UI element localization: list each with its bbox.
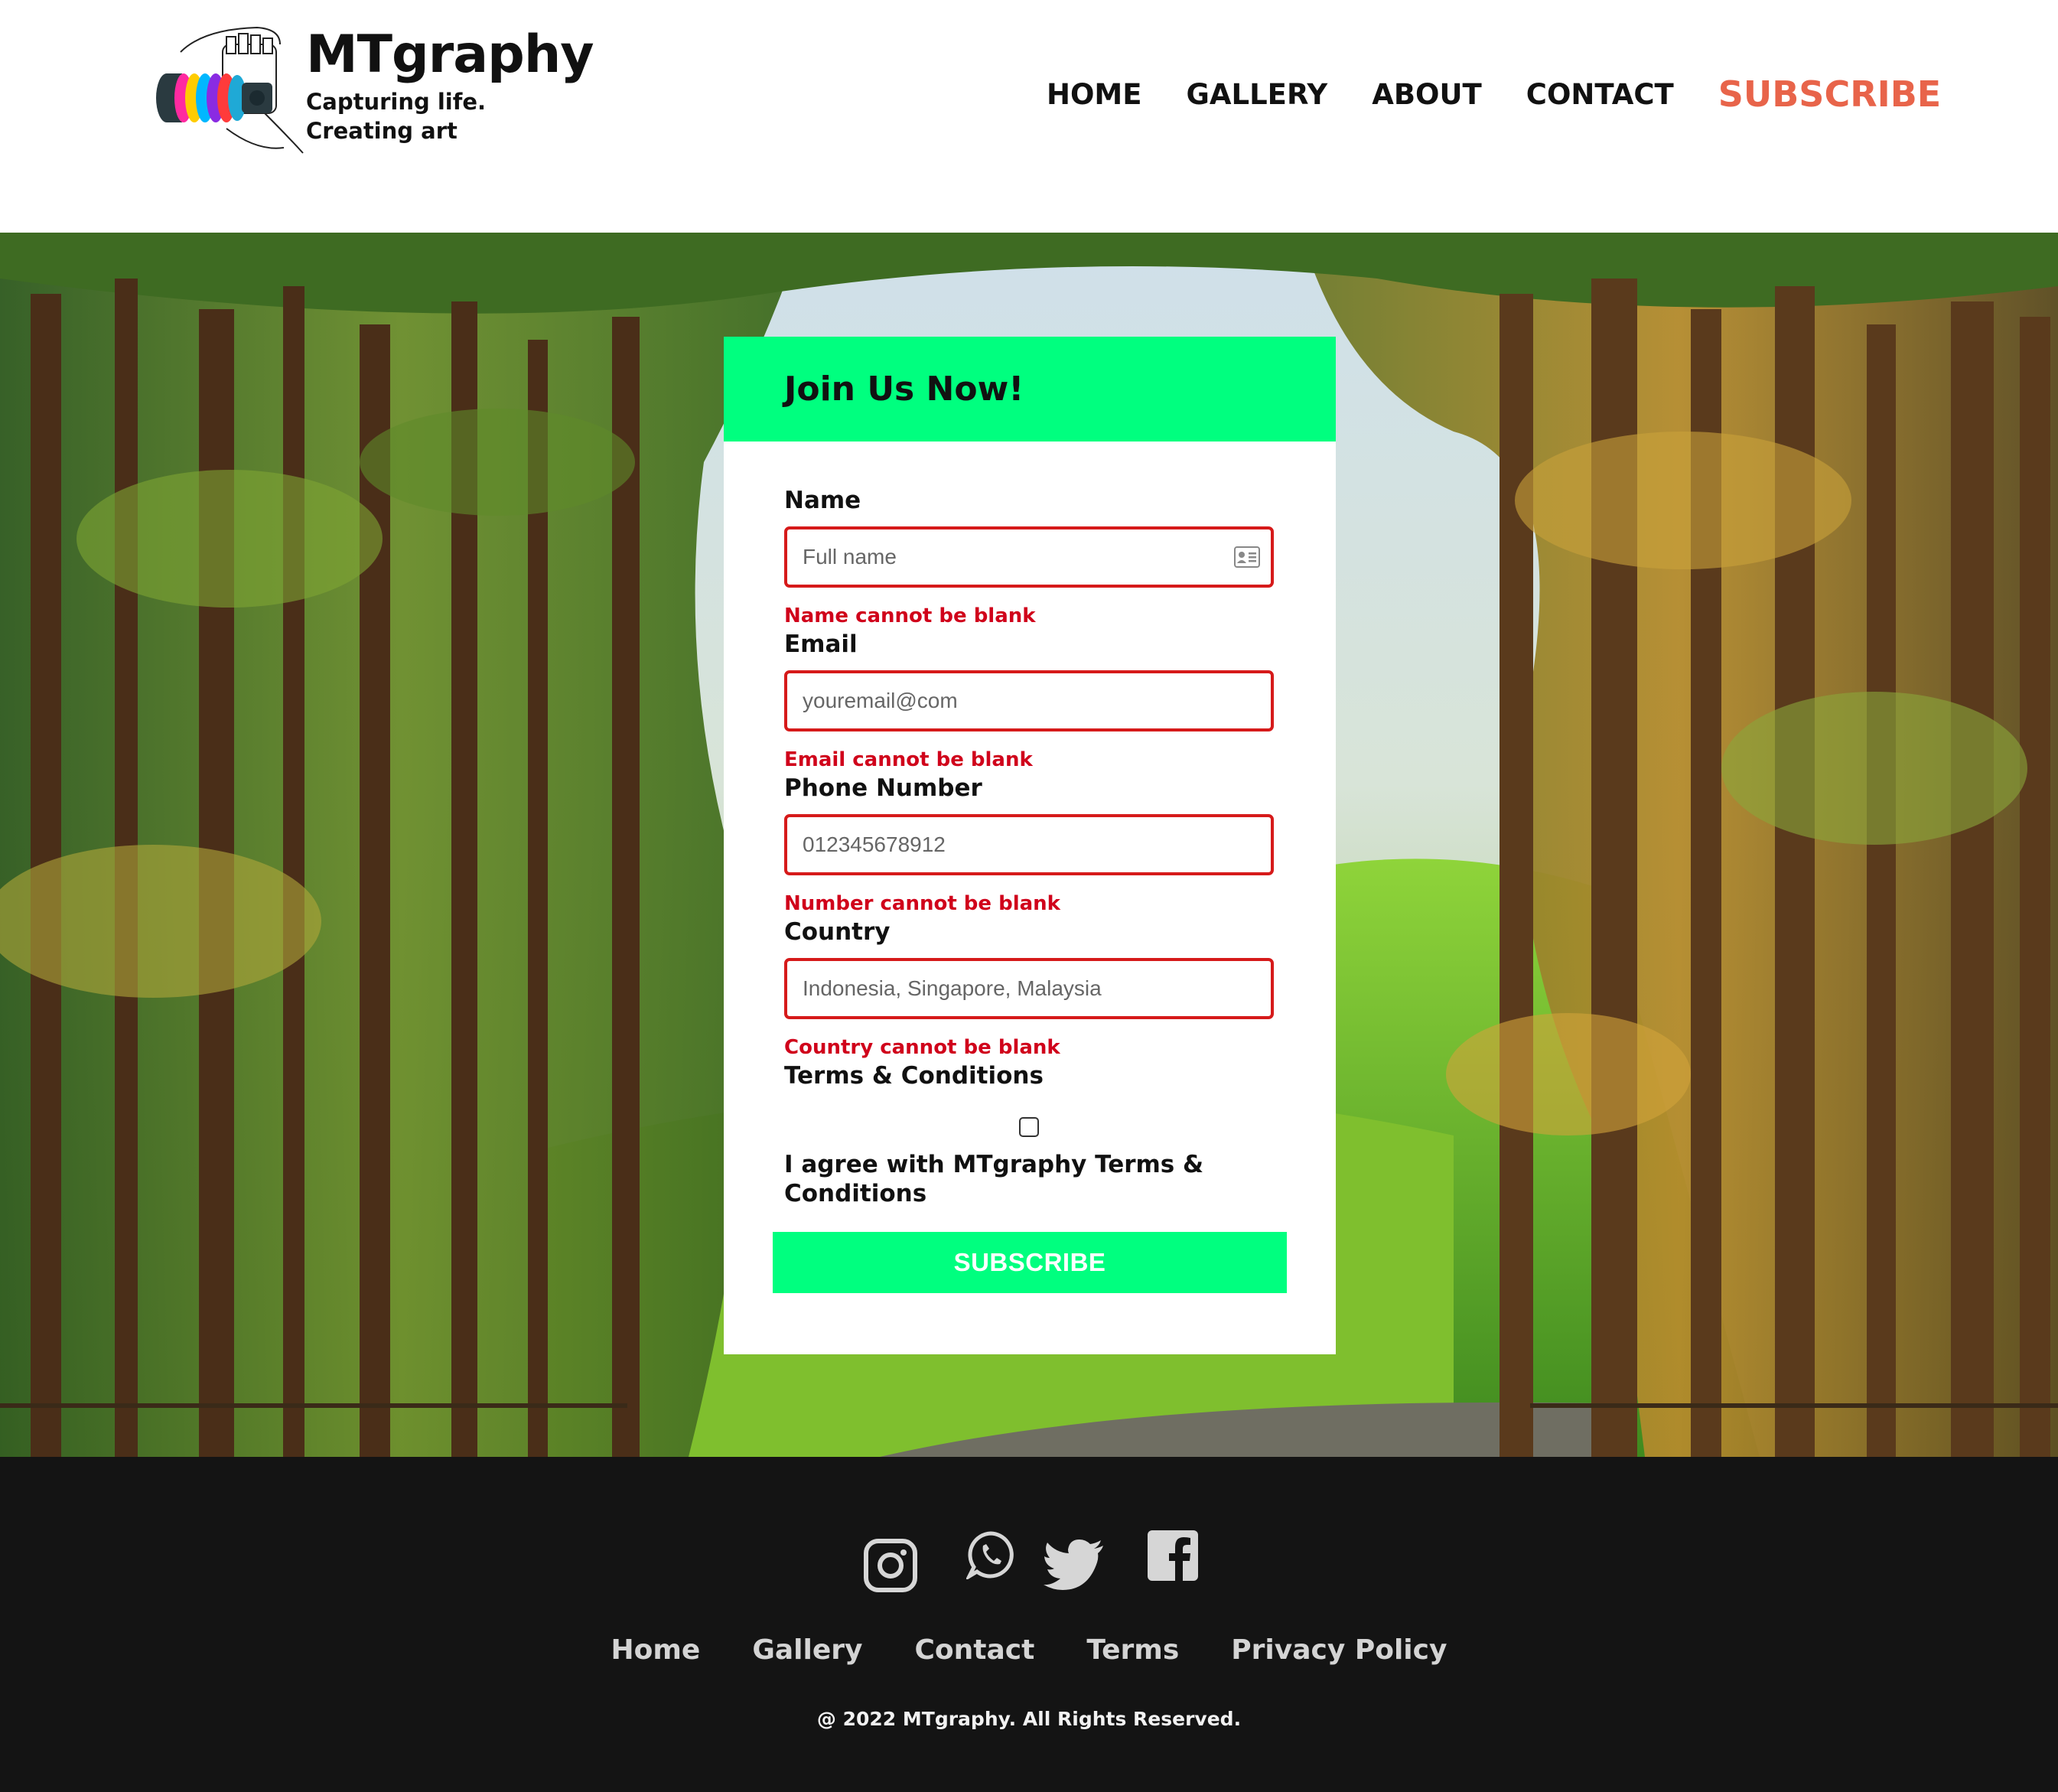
terms-label: Terms & Conditions [784, 1062, 1044, 1090]
subscribe-form-card: Join Us Now! Name Name cannot be blank E… [724, 337, 1336, 1354]
form-title: Join Us Now! [784, 370, 1024, 409]
footer-link-privacy[interactable]: Privacy Policy [1231, 1634, 1447, 1666]
footer-link-terms[interactable]: Terms [1086, 1634, 1179, 1666]
subscribe-button[interactable]: SUBSCRIBE [773, 1232, 1287, 1293]
social-links [0, 1530, 2058, 1622]
brand-tagline: Capturing life. Creating art [306, 87, 486, 145]
form-header: Join Us Now! [724, 337, 1336, 441]
instagram-icon[interactable] [863, 1538, 918, 1593]
name-field-wrapper [784, 526, 1274, 588]
name-input[interactable] [787, 529, 1271, 585]
tagline-line-1: Capturing life. [306, 89, 487, 115]
email-input[interactable] [787, 673, 1271, 728]
phone-field-wrapper [784, 814, 1274, 875]
copyright: @ 2022 MTgraphy. All Rights Reserved. [816, 1708, 1242, 1730]
site-header: MTgraphy Capturing life. Creating art HO… [0, 0, 2058, 233]
nav-gallery[interactable]: GALLERY [1187, 78, 1328, 111]
nav-home[interactable]: HOME [1047, 78, 1142, 111]
name-error: Name cannot be blank [784, 604, 1036, 627]
footer-link-contact[interactable]: Contact [915, 1634, 1035, 1666]
country-label: Country [784, 918, 891, 946]
footer-nav: Home Gallery Contact Terms Privacy Polic… [0, 1634, 2058, 1666]
brand-logo[interactable]: MTgraphy Capturing life. Creating art [150, 21, 594, 159]
twitter-icon[interactable] [1044, 1539, 1105, 1590]
camera-logo-icon [156, 26, 304, 154]
email-error: Email cannot be blank [784, 748, 1033, 771]
facebook-icon[interactable] [1148, 1530, 1198, 1581]
phone-input[interactable] [787, 817, 1271, 872]
country-field-wrapper [784, 958, 1274, 1019]
nav-subscribe[interactable]: SUBSCRIBE [1718, 73, 1941, 115]
site-footer: Home Gallery Contact Terms Privacy Polic… [0, 1457, 2058, 1792]
email-label: Email [784, 630, 858, 658]
form-body: Name Name cannot be blank Email Email ca… [724, 441, 1336, 1354]
whatsapp-icon[interactable] [966, 1530, 1015, 1579]
nav-about[interactable]: ABOUT [1372, 78, 1482, 111]
nav-contact[interactable]: CONTACT [1526, 78, 1674, 111]
country-error: Country cannot be blank [784, 1036, 1060, 1059]
agree-text: I agree with MTgraphy Terms & Conditions [784, 1151, 1204, 1207]
brand-name: MTgraphy [306, 24, 594, 85]
terms-checkbox[interactable] [1019, 1117, 1039, 1137]
footer-link-home[interactable]: Home [611, 1634, 701, 1666]
contact-card-icon [1234, 546, 1260, 568]
name-label: Name [784, 487, 861, 514]
tagline-line-2: Creating art [306, 118, 458, 144]
main-nav: HOME GALLERY ABOUT CONTACT SUBSCRIBE [1047, 73, 1941, 115]
phone-label: Phone Number [784, 774, 982, 802]
country-input[interactable] [787, 961, 1271, 1016]
phone-error: Number cannot be blank [784, 892, 1060, 915]
email-field-wrapper [784, 670, 1274, 731]
footer-link-gallery[interactable]: Gallery [752, 1634, 862, 1666]
